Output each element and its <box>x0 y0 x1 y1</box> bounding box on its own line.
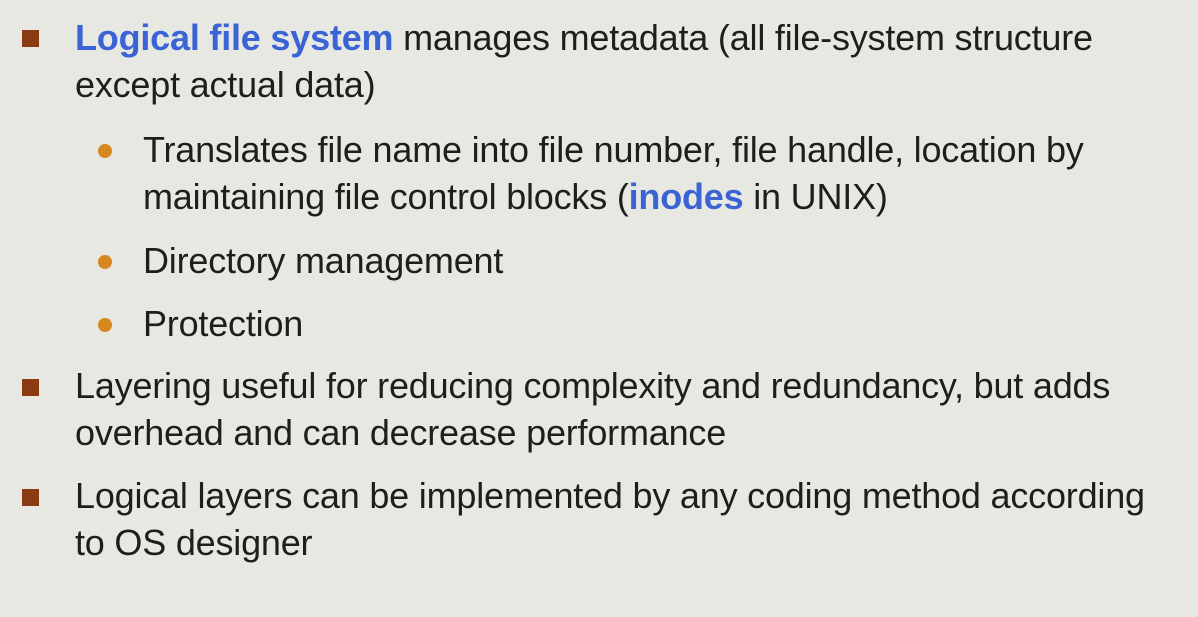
sub-bullet-text: Translates file name into file number, f… <box>143 129 1084 217</box>
sub-bullet-translates: Translates file name into file number, f… <box>143 126 1198 220</box>
slide: Logical file system manages metadata (al… <box>0 0 1198 617</box>
highlight-inodes: inodes <box>628 176 744 217</box>
sub-bullet-protection: Protection <box>143 300 1198 347</box>
square-bullet-icon <box>22 379 39 396</box>
dot-bullet-icon <box>98 255 112 269</box>
sub-bullet-text: Directory management <box>143 240 504 281</box>
square-bullet-icon <box>22 489 39 506</box>
sub-bullet-text: Protection <box>143 303 304 344</box>
sub-bullet-directory-management: Directory management <box>143 237 1198 284</box>
bullet-text: Logical layers can be implemented by any… <box>75 475 1145 563</box>
dot-bullet-icon <box>98 144 112 158</box>
bullet-text: Layering useful for reducing complexity … <box>75 365 1111 453</box>
highlight-logical-file-system: Logical file system <box>75 17 394 58</box>
dot-bullet-icon <box>98 318 112 332</box>
square-bullet-icon <box>22 30 39 47</box>
bullet-layering: Layering useful for reducing complexity … <box>75 362 1175 456</box>
sub-bullet-text: in UNIX) <box>743 176 888 217</box>
bullet-logical-file-system: Logical file system manages metadata (al… <box>75 14 1175 108</box>
bullet-logical-layers: Logical layers can be implemented by any… <box>75 472 1175 566</box>
